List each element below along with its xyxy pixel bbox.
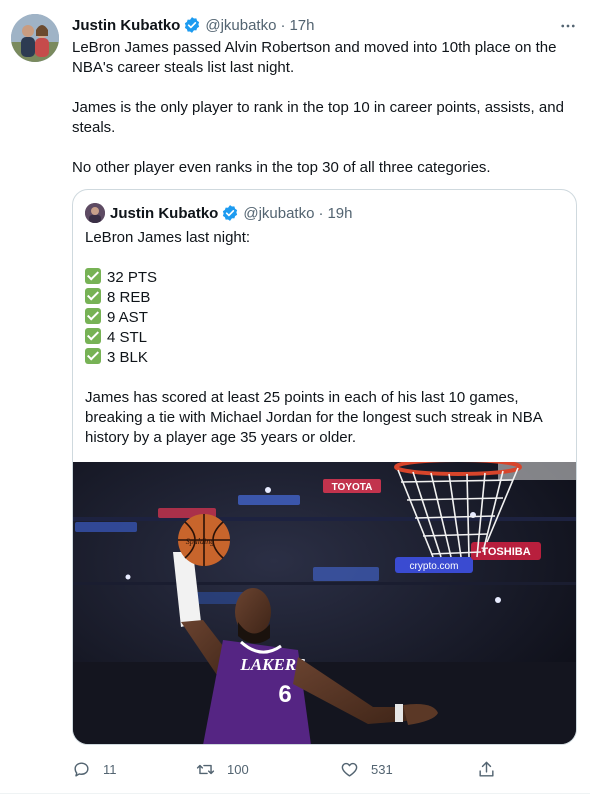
- verified-badge-icon: [221, 204, 239, 222]
- quoted-tweet[interactable]: Justin Kubatko @jkubatko · 19h LeBron Ja…: [72, 189, 577, 745]
- ribbon-board: [238, 495, 300, 505]
- tweet-header: Justin Kubatko @jkubatko · 17h: [72, 15, 314, 35]
- more-icon: [561, 24, 575, 28]
- check-mark-icon: [85, 348, 101, 364]
- author-handle[interactable]: @jkubatko: [205, 17, 276, 34]
- author-name[interactable]: Justin Kubatko: [72, 17, 180, 34]
- stat-value: 32 PTS: [107, 269, 158, 286]
- arena-light: [125, 574, 131, 580]
- check-mark-icon: [85, 328, 101, 344]
- quoted-tweet-header: Justin Kubatko @jkubatko · 19h: [85, 203, 352, 223]
- like-count: 531: [371, 761, 393, 777]
- reply-icon: [74, 761, 89, 777]
- quoted-tweet-timestamp[interactable]: 19h: [327, 205, 352, 222]
- quoted-author-handle[interactable]: @jkubatko: [243, 205, 314, 222]
- tweet-timestamp[interactable]: 17h: [289, 17, 314, 34]
- stat-line: 32 PTS: [85, 268, 570, 288]
- header-separator: ·: [280, 16, 286, 34]
- jersey-number: 6: [278, 681, 291, 708]
- tweet-paragraph: No other player even ranks in the top 30…: [72, 159, 491, 176]
- check-mark-icon: [85, 288, 101, 304]
- author-avatar[interactable]: [11, 14, 59, 62]
- ball-text: Spalding: [186, 537, 214, 546]
- reply-button[interactable]: 11: [72, 757, 117, 781]
- arena-light: [495, 597, 501, 603]
- heart-icon: [341, 762, 358, 777]
- ribbon-board: [313, 567, 379, 581]
- basketball: Spalding: [178, 514, 230, 566]
- check-mark-icon: [85, 268, 101, 284]
- line-spacer: [85, 248, 570, 268]
- arena-sign-text: TOYOTA: [332, 482, 373, 493]
- like-button[interactable]: 531: [340, 757, 393, 781]
- header-separator: ·: [318, 204, 324, 222]
- quoted-author-name[interactable]: Justin Kubatko: [110, 205, 218, 222]
- stat-line: 3 BLK: [85, 348, 570, 368]
- check-mark-icon: [85, 308, 101, 324]
- stat-value: 9 AST: [107, 309, 148, 326]
- wristband: [395, 704, 403, 722]
- ribbon-board: [75, 522, 137, 532]
- avatar-photo: [11, 14, 59, 62]
- dunk-photo: TOYOTA crypto.com TOSHIBA LAKERS 6 Spald…: [73, 462, 576, 744]
- arena-sign-text: crypto.com: [410, 561, 459, 572]
- share-button[interactable]: [477, 757, 496, 781]
- stat-value: 3 BLK: [107, 349, 148, 366]
- share-icon: [479, 761, 494, 777]
- tweet-text: LeBron James passed Alvin Robertson and …: [72, 38, 572, 178]
- quoted-author-avatar[interactable]: [85, 203, 105, 223]
- arena-sign-text: TOSHIBA: [481, 546, 530, 558]
- retweet-icon: [196, 764, 215, 774]
- verified-badge-icon: [183, 16, 201, 34]
- retweet-button[interactable]: 100: [196, 757, 249, 781]
- stat-value: 8 REB: [107, 289, 151, 306]
- quoted-tweet-photo[interactable]: TOYOTA crypto.com TOSHIBA LAKERS 6 Spald…: [73, 462, 576, 744]
- stat-value: 4 STL: [107, 329, 148, 346]
- line-spacer: [85, 368, 570, 388]
- quoted-tweet-text: LeBron James last night: 32 PTS 8 REB 9 …: [85, 228, 570, 448]
- avatar-photo: [85, 203, 105, 223]
- more-button[interactable]: [556, 14, 580, 38]
- tweet-actions: 11 100 531: [72, 757, 512, 781]
- stat-line: 8 REB: [85, 288, 570, 308]
- arena-light: [265, 487, 271, 493]
- stat-line: 9 AST: [85, 308, 570, 328]
- reply-count: 11: [103, 761, 117, 777]
- tweet[interactable]: Justin Kubatko @jkubatko · 17h LeBron Ja…: [0, 0, 590, 794]
- stat-line: 4 STL: [85, 328, 570, 348]
- quoted-body: James has scored at least 25 points in e…: [85, 389, 542, 446]
- tweet-paragraph: James is the only player to rank in the …: [72, 99, 564, 136]
- quoted-intro: LeBron James last night:: [85, 229, 251, 246]
- tweet-paragraph: LeBron James passed Alvin Robertson and …: [72, 39, 557, 76]
- retweet-count: 100: [227, 761, 249, 777]
